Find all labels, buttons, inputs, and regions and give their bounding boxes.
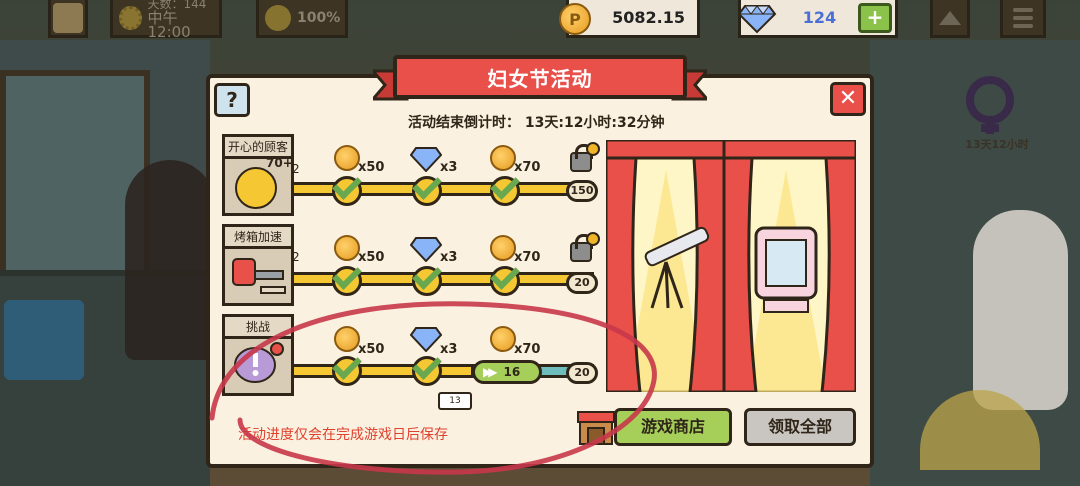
- smiley-icon: [265, 4, 291, 31]
- time-panel: 天数：144 中午 12:00: [110, 0, 222, 41]
- progress-marker: 13: [438, 392, 472, 410]
- reward-amount: x70: [514, 160, 541, 175]
- progress-bar-filled: [294, 364, 474, 378]
- womens-day-event-icon[interactable]: [955, 72, 1025, 136]
- diamond-icon: [737, 5, 777, 34]
- reward-amount: x50: [358, 342, 385, 357]
- event-countdown: 活动结束倒计时： 13天:12小时:32分钟: [408, 115, 665, 131]
- chevron-up-icon: [939, 10, 961, 25]
- collapse-button[interactable]: [930, 0, 970, 38]
- smiley-face-icon: [235, 167, 277, 209]
- bunny-figure: [973, 210, 1068, 410]
- track-start-value: 2: [292, 162, 300, 176]
- gem-counter: 124 +: [737, 0, 898, 38]
- milestone-badge: 150: [566, 180, 598, 202]
- fast-forward-icon: ▶▶: [483, 365, 498, 379]
- reward-amount: x50: [358, 250, 385, 265]
- oven-timer-icon: [232, 258, 286, 294]
- track-label-challenge: 挑战: [222, 314, 294, 338]
- reward-amount: x50: [358, 160, 385, 175]
- reward-amount: x3: [440, 250, 458, 265]
- key-icon: [586, 142, 600, 156]
- title-ribbon: 妇女节活动: [373, 55, 707, 103]
- reward-amount: x70: [514, 250, 541, 265]
- mood-panel: 100%: [256, 0, 348, 38]
- menu-line-icon: [1013, 7, 1033, 12]
- coin-reward-icon: [334, 145, 360, 171]
- menu-line-icon: [1013, 15, 1033, 20]
- track-label-happy-customers: 开心的顾客: [222, 134, 294, 158]
- shop-icon: [577, 411, 615, 445]
- coin-reward-icon: [490, 326, 516, 352]
- mirror-icon: [754, 226, 818, 313]
- gem-reward-icon: [410, 237, 442, 262]
- milestone-badge: 20: [566, 362, 598, 384]
- event-timer: 13天12小时: [965, 138, 1029, 151]
- coin-value: 5082.15: [612, 8, 685, 27]
- mood-value: 100%: [297, 9, 341, 26]
- menu-button[interactable]: [1000, 0, 1046, 38]
- current-progress-value: 16: [503, 365, 521, 379]
- coin-icon: P: [559, 3, 591, 35]
- challenge-card: [222, 336, 294, 396]
- avatar-button[interactable]: [48, 0, 88, 38]
- sun-icon: [119, 5, 142, 30]
- avatar: [53, 3, 83, 33]
- save-note: 活动进度仅会在完成游戏日后保存: [238, 427, 448, 443]
- modal-title: 妇女节活动: [393, 55, 687, 99]
- menu-line-icon: [1013, 23, 1033, 28]
- add-gems-button[interactable]: +: [858, 2, 892, 33]
- key-icon: [586, 232, 600, 246]
- customer-character: [125, 160, 215, 360]
- coin-reward-icon: [334, 326, 360, 352]
- game-shop-button[interactable]: 游戏商店: [614, 408, 732, 446]
- coin-reward-icon: [490, 145, 516, 171]
- gem-value: 124: [802, 8, 837, 27]
- claim-all-button[interactable]: 领取全部: [744, 408, 856, 446]
- coin-counter: P 5082.15: [559, 0, 700, 38]
- track-label-oven-boost: 烤箱加速: [222, 224, 294, 248]
- reward-stage: [606, 140, 856, 392]
- close-button[interactable]: ✕: [830, 82, 866, 116]
- reward-amount: x3: [440, 342, 458, 357]
- track-start-value: 2: [292, 250, 300, 264]
- current-progress-pill: ▶▶ 16: [472, 360, 542, 384]
- gem-reward-icon: [410, 147, 442, 172]
- alert-bubble-icon: [234, 342, 284, 383]
- help-button[interactable]: ?: [214, 83, 250, 117]
- oven-boost-card: [222, 246, 294, 306]
- gem-reward-icon: [410, 327, 442, 352]
- reward-amount: x3: [440, 160, 458, 175]
- time-label: 中午 12:00: [147, 8, 191, 41]
- coin-reward-icon: [490, 235, 516, 261]
- score-label: 70+: [266, 156, 293, 170]
- reward-amount: x70: [514, 342, 541, 357]
- planet-screen: [4, 300, 84, 380]
- milestone-badge: 20: [566, 272, 598, 294]
- coin-reward-icon: [334, 235, 360, 261]
